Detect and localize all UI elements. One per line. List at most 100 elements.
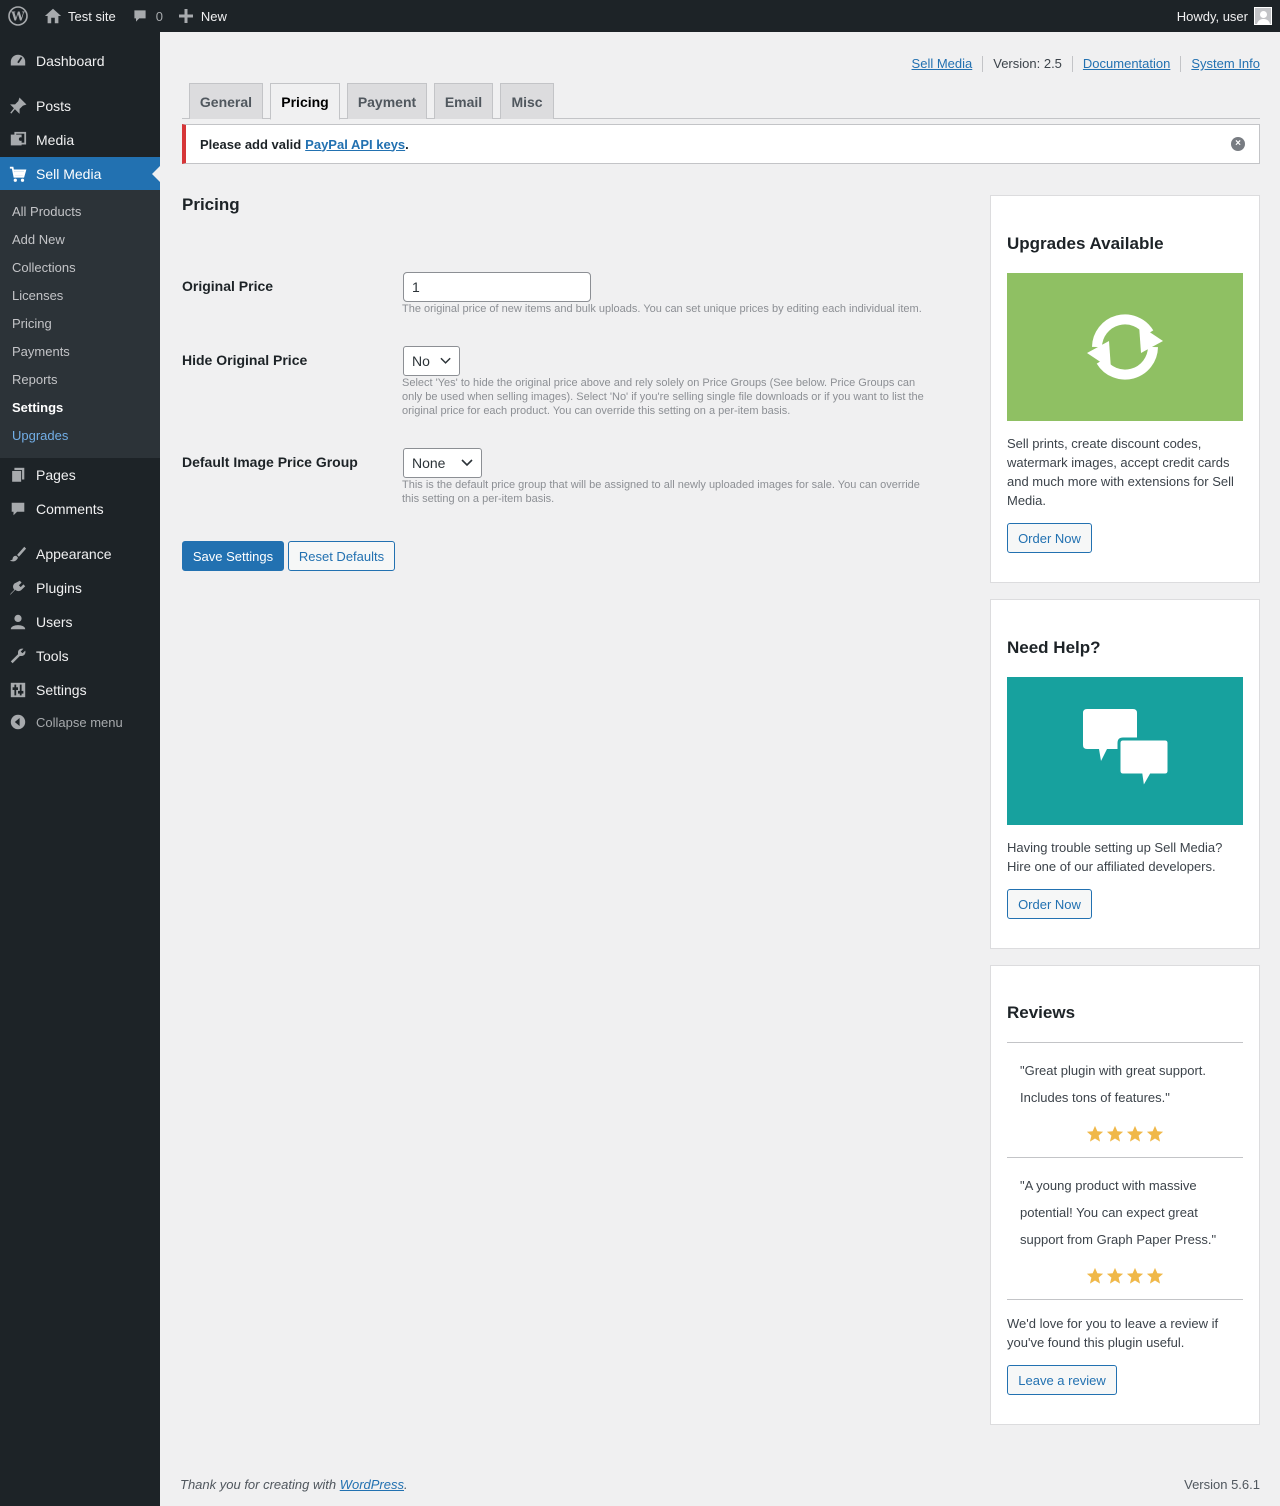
reviews-box: Reviews "Great plugin with great support… [990, 965, 1260, 1425]
default-price-group-label: Default Image Price Group [182, 454, 358, 470]
submenu-licenses[interactable]: Licenses [12, 288, 63, 303]
divider [1007, 1042, 1243, 1043]
menu-label: Users [36, 614, 73, 630]
documentation-link[interactable]: Documentation [1071, 56, 1180, 72]
menu-tools[interactable]: Tools [0, 639, 160, 673]
error-notice: Please add valid PayPal API keys. × [182, 124, 1260, 164]
page-title: Pricing [182, 195, 240, 214]
media-icon [0, 131, 36, 149]
settings-icon [0, 681, 36, 699]
sell-media-link[interactable]: Sell Media [902, 56, 983, 72]
comment-bubble-icon [134, 10, 146, 22]
svg-text:W: W [10, 10, 25, 24]
tab-payment[interactable]: Payment [347, 83, 427, 119]
menu-comments[interactable]: Comments [0, 492, 160, 526]
avatar [1254, 7, 1272, 25]
hide-original-price-description: Select 'Yes' to hide the original price … [402, 377, 924, 417]
divider [1007, 1157, 1243, 1158]
wordpress-link[interactable]: WordPress [340, 1477, 404, 1492]
wrench-icon [0, 647, 36, 665]
collapse-menu-button[interactable]: Collapse menu [0, 705, 160, 739]
help-order-now-button[interactable]: Order Now [1007, 889, 1092, 919]
menu-sell-media[interactable]: Sell Media [0, 157, 160, 191]
star-icon [1126, 1125, 1144, 1142]
menu-label: Media [36, 132, 75, 148]
star-icon [1086, 1125, 1104, 1142]
menu-label: Tools [36, 648, 69, 664]
new-content-link[interactable]: New [171, 0, 235, 32]
star-icon [1106, 1125, 1124, 1142]
collapse-label: Collapse menu [36, 714, 123, 730]
footer-thanks-text: Thank you for creating with [180, 1477, 337, 1492]
admin-bar: W Test site 0 New Howdy, user [0, 0, 1280, 32]
notice-text: Please add valid [200, 136, 302, 152]
default-price-group-select[interactable]: None [403, 448, 482, 478]
menu-media[interactable]: Media [0, 123, 160, 157]
submenu-upgrades[interactable]: Upgrades [12, 428, 68, 443]
cart-icon [0, 165, 36, 183]
star-icon [1126, 1267, 1144, 1284]
notice-suffix: . [405, 136, 409, 152]
hide-original-price-select[interactable]: No [403, 346, 460, 376]
dismiss-icon[interactable]: × [1231, 137, 1245, 151]
comments-link[interactable]: 0 [124, 0, 171, 32]
plus-icon [178, 9, 193, 23]
greeting: Howdy, user [1176, 8, 1248, 24]
comment-icon [0, 500, 36, 518]
home-icon [44, 8, 62, 24]
new-label: New [200, 8, 227, 24]
menu-settings[interactable]: Settings [0, 673, 160, 707]
save-settings-button[interactable]: Save Settings [182, 541, 284, 571]
submenu-collections[interactable]: Collections [12, 260, 76, 275]
tab-misc[interactable]: Misc [500, 83, 554, 119]
admin-menu: Dashboard Posts Media Sell Media All Pro… [0, 32, 160, 1506]
upgrades-text: Sell prints, create discount codes, wate… [1007, 436, 1234, 508]
menu-dashboard[interactable]: Dashboard [0, 44, 160, 78]
tab-general[interactable]: General [189, 83, 263, 119]
system-info-link[interactable]: System Info [1180, 56, 1260, 72]
divider [1007, 1299, 1243, 1300]
submenu-all-products[interactable]: All Products [12, 204, 81, 219]
menu-pages[interactable]: Pages [0, 458, 160, 492]
submenu-payments[interactable]: Payments [12, 344, 70, 359]
star-rating [1086, 1125, 1164, 1143]
submenu-pricing[interactable]: Pricing [12, 316, 52, 331]
help-text: Having trouble setting up Sell Media? Hi… [1007, 840, 1223, 874]
plugin-icon [0, 579, 36, 597]
my-account[interactable]: Howdy, user [1177, 7, 1280, 25]
hide-original-price-label: Hide Original Price [182, 352, 308, 368]
submenu-add-new[interactable]: Add New [12, 232, 65, 247]
dashboard-icon [0, 52, 36, 70]
select-value: None [412, 455, 446, 471]
original-price-input[interactable]: 1 [403, 272, 591, 302]
star-rating [1086, 1267, 1164, 1285]
submenu-reports[interactable]: Reports [12, 372, 58, 387]
menu-users[interactable]: Users [0, 605, 160, 639]
refresh-icon [1087, 314, 1163, 380]
paypal-api-keys-link[interactable]: PayPal API keys [305, 137, 405, 152]
tab-pricing[interactable]: Pricing [270, 83, 340, 120]
menu-plugins[interactable]: Plugins [0, 571, 160, 605]
footer-version: Version 5.6.1 [1184, 1477, 1260, 1492]
menu-posts[interactable]: Posts [0, 89, 160, 123]
tab-email[interactable]: Email [434, 83, 493, 119]
leave-review-button[interactable]: Leave a review [1007, 1365, 1117, 1395]
brush-icon [0, 545, 36, 563]
wordpress-logo-icon[interactable]: W [0, 0, 36, 32]
reviews-title: Reviews [1007, 1003, 1076, 1022]
menu-appearance[interactable]: Appearance [0, 537, 160, 571]
menu-label: Comments [36, 501, 104, 517]
star-icon [1086, 1267, 1104, 1284]
site-name: Test site [68, 8, 116, 24]
review-quote: "A young product with massive potential!… [1020, 1178, 1217, 1247]
select-value: No [412, 353, 430, 369]
menu-label: Pages [36, 467, 76, 483]
menu-label: Settings [36, 682, 87, 698]
pushpin-icon [0, 97, 36, 115]
reset-defaults-button[interactable]: Reset Defaults [288, 541, 395, 571]
chevron-down-icon [461, 459, 473, 467]
submenu-settings[interactable]: Settings [12, 400, 63, 415]
site-name-link[interactable]: Test site [36, 0, 124, 32]
upgrades-order-now-button[interactable]: Order Now [1007, 523, 1092, 553]
footer-suffix: . [404, 1477, 408, 1492]
